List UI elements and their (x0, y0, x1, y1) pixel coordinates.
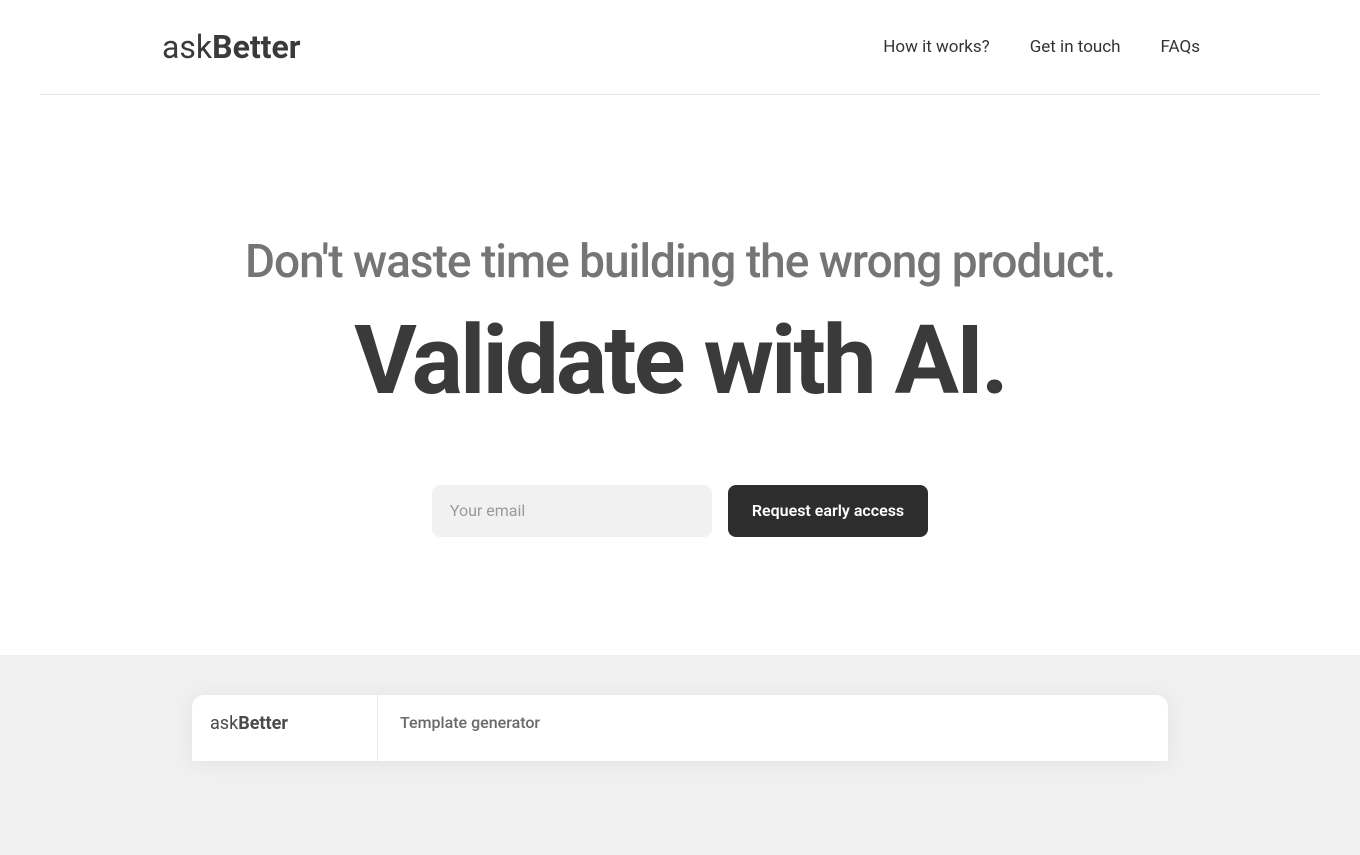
main-nav: How it works? Get in touch FAQs (883, 37, 1200, 57)
logo[interactable]: askBetter (162, 28, 301, 66)
hero-section: Don't waste time building the wrong prod… (0, 95, 1360, 537)
preview-main-title: Template generator (400, 713, 1146, 732)
preview-section: askBetter Template generator (0, 655, 1360, 855)
hero-subtitle: Don't waste time building the wrong prod… (20, 235, 1340, 289)
request-access-button[interactable]: Request early access (728, 485, 928, 537)
preview-logo: askBetter (210, 713, 359, 734)
preview-window: askBetter Template generator (192, 695, 1168, 761)
main-header: askBetter How it works? Get in touch FAQ… (40, 0, 1320, 95)
nav-get-in-touch[interactable]: Get in touch (1030, 37, 1121, 57)
logo-prefix: ask (162, 28, 212, 66)
preview-logo-suffix: Better (238, 713, 288, 734)
logo-suffix: Better (212, 28, 300, 66)
preview-logo-prefix: ask (210, 713, 238, 734)
hero-title: Validate with AI. (20, 309, 1340, 415)
preview-sidebar: askBetter (192, 695, 378, 761)
cta-form: Request early access (20, 485, 1340, 537)
nav-how-it-works[interactable]: How it works? (883, 37, 989, 57)
email-input[interactable] (432, 485, 712, 537)
preview-main: Template generator (378, 695, 1168, 761)
nav-faqs[interactable]: FAQs (1161, 37, 1200, 57)
